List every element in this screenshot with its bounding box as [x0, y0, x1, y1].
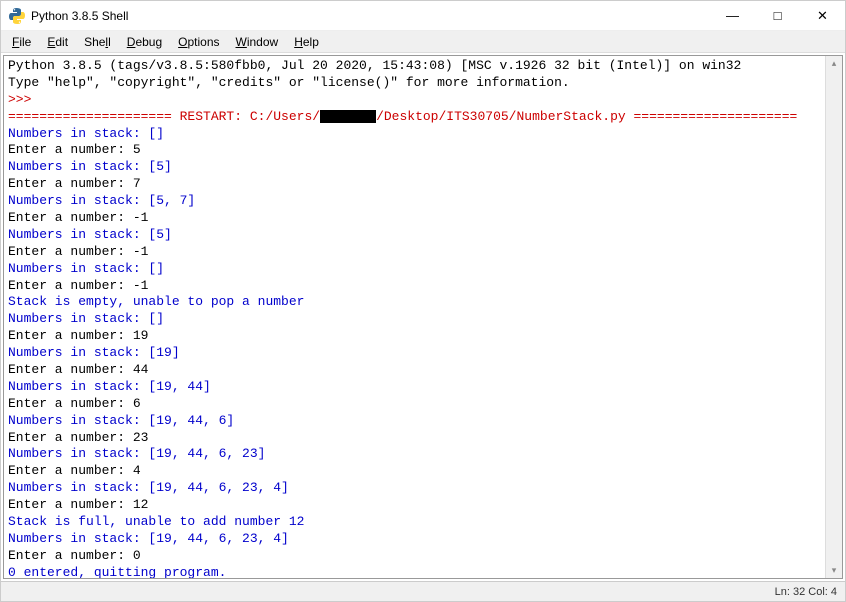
user-input: 5: [133, 142, 141, 157]
output-line: Numbers in stack: []: [8, 311, 164, 326]
input-prompt: Enter a number:: [8, 463, 133, 478]
python-icon: [9, 8, 25, 24]
prompt: >>>: [8, 92, 31, 107]
restart-line: ===================== RESTART: C:/Users/: [8, 109, 320, 124]
redacted-username: [320, 110, 376, 123]
user-input: 6: [133, 396, 141, 411]
output-line: Numbers in stack: [19, 44, 6, 23, 4]: [8, 480, 289, 495]
output-line: Numbers in stack: [19, 44, 6, 23]: [8, 446, 265, 461]
cursor-position: Ln: 32 Col: 4: [775, 586, 837, 598]
input-prompt: Enter a number:: [8, 328, 133, 343]
user-input: 12: [133, 497, 149, 512]
user-input: 44: [133, 362, 149, 377]
vertical-scrollbar[interactable]: ▴ ▾: [825, 56, 842, 578]
help-line: Type "help", "copyright", "credits" or "…: [8, 75, 570, 90]
user-input: 19: [133, 328, 149, 343]
scroll-up-icon[interactable]: ▴: [832, 58, 837, 69]
maximize-button[interactable]: □: [755, 1, 800, 30]
user-input: 0: [133, 548, 141, 563]
menu-debug[interactable]: Debug: [120, 33, 169, 51]
window-title: Python 3.8.5 Shell: [31, 9, 710, 23]
output-line: Numbers in stack: [19, 44, 6]: [8, 413, 234, 428]
editor-area: Python 3.8.5 (tags/v3.8.5:580fbb0, Jul 2…: [3, 55, 843, 579]
input-prompt: Enter a number:: [8, 244, 133, 259]
user-input: 4: [133, 463, 141, 478]
version-line: Python 3.8.5 (tags/v3.8.5:580fbb0, Jul 2…: [8, 58, 741, 73]
menu-edit[interactable]: Edit: [40, 33, 75, 51]
input-prompt: Enter a number:: [8, 142, 133, 157]
output-line: Numbers in stack: []: [8, 261, 164, 276]
input-prompt: Enter a number:: [8, 497, 133, 512]
input-prompt: Enter a number:: [8, 362, 133, 377]
statusbar: Ln: 32 Col: 4: [1, 581, 845, 601]
user-input: -1: [133, 210, 149, 225]
menu-shell[interactable]: Shell: [77, 33, 118, 51]
window-controls: — □ ✕: [710, 1, 845, 30]
output-line: Stack is full, unable to add number 12: [8, 514, 304, 529]
input-prompt: Enter a number:: [8, 548, 133, 563]
user-input: 23: [133, 430, 149, 445]
output-line: Numbers in stack: [5]: [8, 159, 172, 174]
input-prompt: Enter a number:: [8, 278, 133, 293]
console-output[interactable]: Python 3.8.5 (tags/v3.8.5:580fbb0, Jul 2…: [4, 56, 825, 578]
output-line: 0 entered, quitting program.: [8, 565, 226, 578]
input-prompt: Enter a number:: [8, 396, 133, 411]
input-prompt: Enter a number:: [8, 176, 133, 191]
close-button[interactable]: ✕: [800, 1, 845, 30]
output-line: Numbers in stack: [19, 44, 6, 23, 4]: [8, 531, 289, 546]
minimize-button[interactable]: —: [710, 1, 755, 30]
menubar: FileEditShellDebugOptionsWindowHelp: [1, 31, 845, 53]
input-prompt: Enter a number:: [8, 430, 133, 445]
output-line: Numbers in stack: [5]: [8, 227, 172, 242]
user-input: -1: [133, 278, 149, 293]
input-prompt: Enter a number:: [8, 210, 133, 225]
user-input: -1: [133, 244, 149, 259]
output-line: Stack is empty, unable to pop a number: [8, 294, 304, 309]
menu-window[interactable]: Window: [229, 33, 286, 51]
scroll-down-icon[interactable]: ▾: [832, 565, 837, 576]
output-line: Numbers in stack: []: [8, 126, 164, 141]
menu-help[interactable]: Help: [287, 33, 326, 51]
output-line: Numbers in stack: [19, 44]: [8, 379, 211, 394]
titlebar[interactable]: Python 3.8.5 Shell — □ ✕: [1, 1, 845, 31]
menu-file[interactable]: File: [5, 33, 38, 51]
output-line: Numbers in stack: [19]: [8, 345, 180, 360]
window-frame: Python 3.8.5 Shell — □ ✕ FileEditShellDe…: [0, 0, 846, 602]
user-input: 7: [133, 176, 141, 191]
output-line: Numbers in stack: [5, 7]: [8, 193, 195, 208]
menu-options[interactable]: Options: [171, 33, 226, 51]
